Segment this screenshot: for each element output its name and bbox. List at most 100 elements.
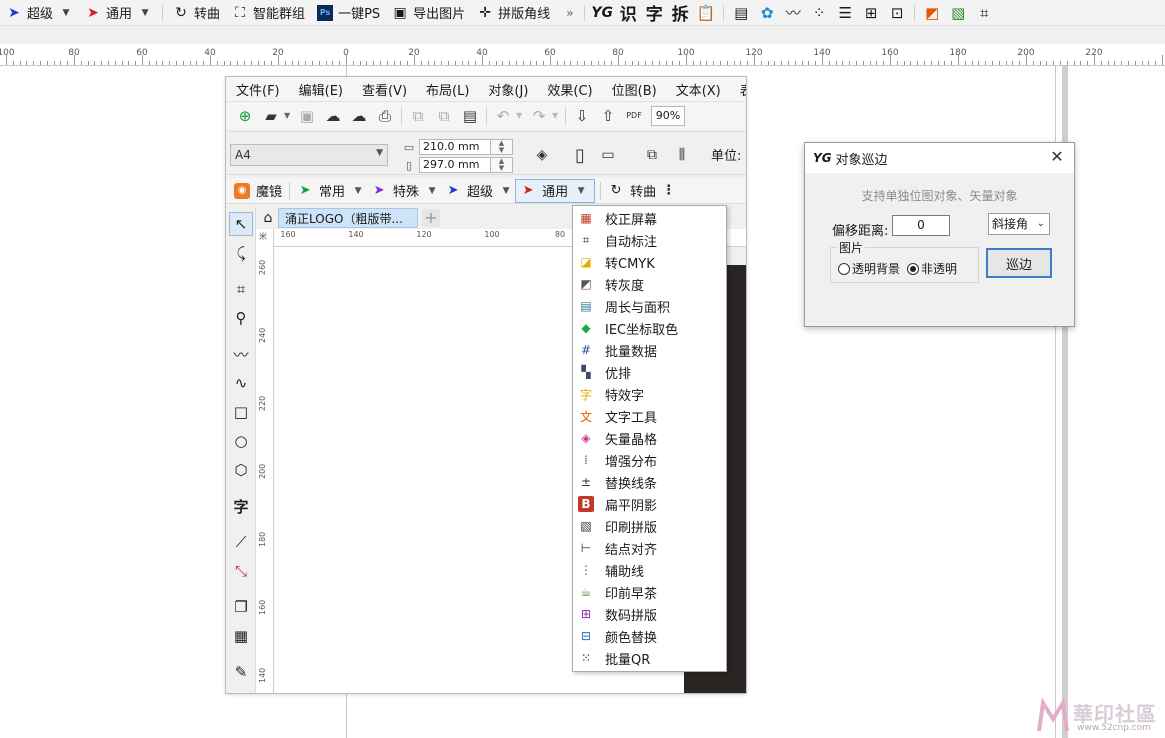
home-icon[interactable]: ⌂ [258,210,278,226]
print-button[interactable]: ⎙ [372,104,398,128]
plugin-menu-item[interactable]: ◩ 转灰度 [573,273,726,295]
page-width-input[interactable]: 210.0 mm [419,139,491,155]
plugin-menu-item[interactable]: ◆ IEC坐标取色 [573,317,726,339]
plugin-menu-item[interactable]: ☕ 印前早茶 [573,581,726,603]
host-tool-crop-marks[interactable]: ✛ 拼版角线 [471,0,556,26]
host-tool-super-dropdown[interactable]: ▼ [59,0,73,26]
yg-logo-icon[interactable]: YG [590,1,614,25]
close-icon[interactable]: ✕ [1048,148,1066,166]
polygon-tool[interactable]: ⬡ [229,458,253,482]
plugin-menu-item[interactable]: 字特效字 [573,383,726,405]
plugin-menu-item[interactable]: ⊟ 颜色替换 [573,625,726,647]
shape-tool[interactable]: ⤹ [229,241,253,265]
plugin-menu-item[interactable]: ▧ 印刷拼版 [573,515,726,537]
plugin-super[interactable]: ➤ 超级 [441,179,497,203]
current-page-button[interactable]: ⫼ [670,143,694,167]
plugin-menu-item[interactable]: 文文字工具 [573,405,726,427]
artistic-media-tool[interactable]: ∿ [229,371,253,395]
save-button[interactable]: ▣ [294,104,320,128]
host-tool-general[interactable]: ➤ 通用 [79,0,138,26]
plugin-menu-item[interactable]: ⊢ 结点对齐 [573,537,726,559]
redo-button[interactable]: ↷ [526,104,552,128]
table-icon[interactable]: ▤ [729,1,753,25]
plugin-magic-mirror[interactable]: ◉ 魔镜 [230,179,286,203]
plugin-menu-item[interactable]: ⊞ 数码拼版 [573,603,726,625]
recognize-icon[interactable]: 识 [616,1,640,25]
plugin-menu-item[interactable]: ◈ 矢量晶格 [573,427,726,449]
open-button[interactable]: ▰ [258,104,284,128]
transparency-tool[interactable]: ▦ [229,624,253,648]
eyedropper-tool[interactable]: ✎ [229,660,253,684]
image-frame-icon[interactable]: ▧ [946,1,970,25]
join-type-select[interactable]: 斜接角 ⌄ [988,213,1050,235]
plugin-menu-item[interactable]: ⁞ 增强分布 [573,449,726,471]
landscape-button[interactable]: ▭ [596,143,620,167]
trace-run-button[interactable]: 巡边 [986,248,1052,278]
plugin-general-dropdown[interactable]: ▼ [572,186,590,196]
transparent-background-radio[interactable]: 透明背景 [838,260,900,277]
menu-text[interactable]: 文本(X) [666,80,730,99]
crop-tool[interactable]: ⌗ [229,277,253,301]
menu-view[interactable]: 查看(V) [352,80,416,99]
menu-bitmap[interactable]: 位图(B) [602,80,666,99]
new-tab-button[interactable]: + [421,209,440,227]
plugin-super-dropdown[interactable]: ▼ [497,186,515,196]
clipboard-icon[interactable]: 📋 [694,1,718,25]
plugin-menu-item[interactable]: B 扁平阴影 [573,493,726,515]
color-swap-icon[interactable]: ◩ [920,1,944,25]
menu-effects[interactable]: 效果(C) [537,80,601,99]
toolbar-more-button[interactable]: » [566,6,580,20]
connector-tool[interactable]: ⤡ [229,559,253,583]
plugin-menu-item[interactable]: ▚ 优排 [573,361,726,383]
pattern-icon[interactable]: ✿ [755,1,779,25]
cloud-download-button[interactable]: ☁ [320,104,346,128]
dialog-titlebar[interactable]: YG 对象巡边 ✕ [805,143,1074,173]
dimension-tool[interactable]: ⟋ [229,530,253,554]
export-button[interactable]: ⇧ [595,104,621,128]
vertical-ruler[interactable]: 米 260 240 220 200 180 160 140 [256,229,274,693]
page-size-select[interactable]: A4 ▼ [230,144,388,166]
menu-object[interactable]: 对象(J) [478,80,537,99]
zoom-level-input[interactable]: 90% [651,105,685,126]
opaque-radio[interactable]: 非透明 [907,260,957,277]
host-tool-export-image[interactable]: ▣ 导出图片 [386,0,471,26]
select-box-icon[interactable]: ⊡ [885,1,909,25]
host-tool-smart-group[interactable]: ⛶ 智能群组 [226,0,311,26]
plugin-menu-item[interactable]: ± 替换线条 [573,471,726,493]
undo-dropdown[interactable]: ▼ [516,111,526,120]
plugin-menu-item[interactable]: ⌗ 自动标注 [573,229,726,251]
text-tool[interactable]: 字 [229,494,253,518]
plugin-menu-item[interactable]: ▤ 周长与面积 [573,295,726,317]
page-height-input[interactable]: 297.0 mm [419,157,491,173]
ellipse-tool[interactable]: ○ [229,429,253,453]
host-tool-general-dropdown[interactable]: ▼ [138,0,152,26]
plugin-menu-item[interactable]: ⋮ 辅助线 [573,559,726,581]
plugin-special[interactable]: ➤ 特殊 [367,179,423,203]
host-tool-super[interactable]: ➤ 超级 [0,0,59,26]
drop-shadow-tool[interactable]: ❐ [229,595,253,619]
plugin-more-button[interactable]: ⋮ [660,179,677,203]
cloud-upload-button[interactable]: ☁ [346,104,372,128]
rectangle-tool[interactable]: □ [229,400,253,424]
character-icon[interactable]: 字 [642,1,666,25]
freehand-tool[interactable]: 〰 [229,342,253,366]
publish-pdf-button[interactable]: PDF [621,104,647,128]
undo-button[interactable]: ↶ [490,104,516,128]
plugin-menu-item[interactable]: ⁙ 批量QR [573,647,726,669]
plugin-menu-item[interactable]: ▦ 校正屏幕 [573,207,726,229]
plugin-special-dropdown[interactable]: ▼ [423,186,441,196]
new-document-button[interactable]: ⊕ [232,104,258,128]
pick-tool[interactable]: ↖ [229,212,253,236]
page-width-spinner[interactable]: ▲ ▼ [491,139,513,155]
cut-button[interactable]: ⧉ [405,104,431,128]
page-options-button[interactable]: ◈ [530,143,554,167]
plugin-convert-curve[interactable]: ↻ 转曲 [604,179,660,203]
page-height-spinner[interactable]: ▲ ▼ [491,157,513,173]
plugin-common[interactable]: ➤ 常用 [293,179,349,203]
portrait-button[interactable]: ▯ [568,143,592,167]
menu-file[interactable]: 文件(F) [226,80,289,99]
plugin-common-dropdown[interactable]: ▼ [349,186,367,196]
lines-icon[interactable]: ☰ [833,1,857,25]
open-dropdown[interactable]: ▼ [284,111,294,120]
plugin-general[interactable]: ➤ 通用 ▼ [515,178,596,203]
